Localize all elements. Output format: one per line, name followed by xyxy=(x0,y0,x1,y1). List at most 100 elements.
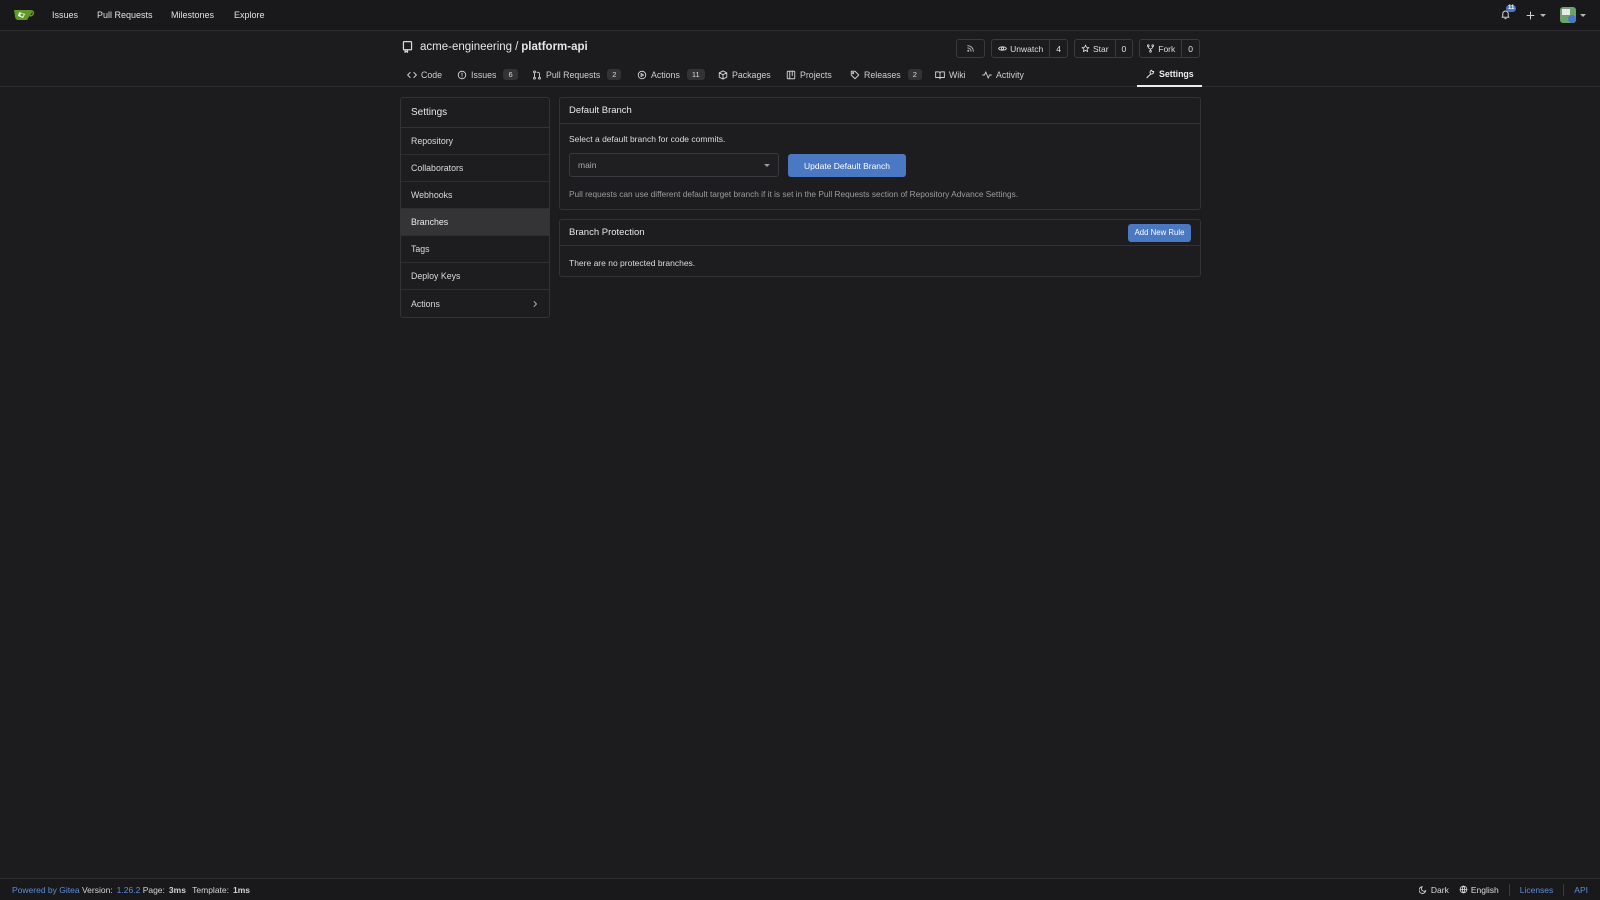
repo-header: acme-engineering / platform-api xyxy=(401,40,588,53)
create-menu-button[interactable] xyxy=(1525,10,1546,21)
avatar xyxy=(1560,7,1576,23)
pull-request-icon xyxy=(532,69,542,80)
sidebar-item-webhooks[interactable]: Webhooks xyxy=(401,182,549,209)
tab-code[interactable]: Code xyxy=(407,62,442,87)
tab-label: Packages xyxy=(732,69,771,80)
theme-toggle[interactable]: Dark xyxy=(1418,884,1449,895)
nav-milestones[interactable]: Milestones xyxy=(171,10,214,20)
api-link[interactable]: API xyxy=(1574,885,1588,895)
settings-sidebar: Settings Repository Collaborators Webhoo… xyxy=(400,97,550,318)
book-icon xyxy=(935,70,945,80)
panel-header: Default Branch xyxy=(560,98,1200,124)
tab-projects[interactable]: Projects xyxy=(786,62,832,87)
repo-owner-link[interactable]: acme-engineering xyxy=(420,41,512,53)
add-new-rule-button[interactable]: Add New Rule xyxy=(1128,223,1191,242)
star-group: Star 0 xyxy=(1073,39,1134,58)
repo-name-link[interactable]: platform-api xyxy=(521,41,587,53)
nav-explore[interactable]: Explore xyxy=(234,10,265,20)
panel-header: Branch Protection Add New Rule xyxy=(560,220,1200,246)
licenses-link[interactable]: Licenses xyxy=(1520,885,1554,895)
sidebar-item-collaborators[interactable]: Collaborators xyxy=(401,155,549,182)
chevron-down-icon xyxy=(764,163,770,167)
sidebar-item-label: Collaborators xyxy=(411,163,464,173)
star-label: Star xyxy=(1092,43,1109,54)
version-label: Version: xyxy=(81,884,113,895)
powered-by-link[interactable]: Powered by Gitea xyxy=(12,885,80,895)
tab-label: Settings xyxy=(1159,68,1194,79)
tab-count-badge: 2 xyxy=(907,69,922,80)
template-label: Template: xyxy=(192,884,229,895)
tab-label: Code xyxy=(421,69,443,80)
unwatch-button[interactable]: Unwatch xyxy=(992,40,1049,57)
template-time: 1ms xyxy=(233,884,251,895)
play-icon xyxy=(637,70,647,80)
repo-tabs: Code Issues 6 Pull Requests 2 Actions 11… xyxy=(0,62,1600,87)
default-branch-select[interactable]: main xyxy=(569,153,779,177)
pulse-icon xyxy=(982,70,992,80)
fork-button[interactable]: Fork xyxy=(1140,40,1181,57)
notification-count-badge: 11 xyxy=(1506,4,1517,12)
fork-label: Fork xyxy=(1158,43,1176,54)
language-selector[interactable]: English xyxy=(1459,885,1499,895)
tab-issues[interactable]: Issues 6 xyxy=(457,62,518,87)
top-navbar: Issues Pull Requests Milestones Explore … xyxy=(0,0,1600,31)
version-link[interactable]: 1.26.2 xyxy=(117,885,141,895)
sidebar-item-label: Webhooks xyxy=(411,190,453,200)
forks-count[interactable]: 0 xyxy=(1181,40,1199,57)
tab-actions[interactable]: Actions 11 xyxy=(637,62,705,87)
chevron-right-icon xyxy=(531,300,539,308)
tab-count-badge: 2 xyxy=(607,69,622,80)
sidebar-item-actions[interactable]: Actions xyxy=(401,290,549,317)
tab-count-badge: 6 xyxy=(503,69,518,80)
tab-label: Pull Requests xyxy=(546,69,601,80)
selected-branch-value: main xyxy=(578,160,597,170)
globe-icon xyxy=(1459,885,1468,894)
plus-icon xyxy=(1525,10,1536,21)
package-icon xyxy=(718,69,728,80)
tag-icon xyxy=(850,70,860,80)
default-branch-title: Default Branch xyxy=(569,105,632,116)
tab-wiki[interactable]: Wiki xyxy=(935,62,966,87)
theme-label: Dark xyxy=(1430,884,1449,895)
tab-packages[interactable]: Packages xyxy=(718,62,771,87)
repo-actions: Unwatch 4 Star 0 Fork 0 xyxy=(956,39,1200,58)
unwatch-label: Unwatch xyxy=(1010,43,1044,54)
repo-title: acme-engineering / platform-api xyxy=(420,40,588,53)
tab-activity[interactable]: Activity xyxy=(982,62,1024,87)
user-menu-button[interactable] xyxy=(1560,7,1586,23)
rss-icon xyxy=(966,44,975,53)
tab-settings[interactable]: Settings xyxy=(1137,62,1202,87)
watchers-count[interactable]: 4 xyxy=(1049,40,1067,57)
nav-issues[interactable]: Issues xyxy=(52,10,78,20)
notifications-button[interactable]: 11 xyxy=(1500,4,1517,22)
nav-pull-requests[interactable]: Pull Requests xyxy=(97,10,153,20)
stars-count[interactable]: 0 xyxy=(1114,40,1133,57)
sidebar-item-label: Deploy Keys xyxy=(411,271,461,281)
tab-label: Releases xyxy=(864,69,901,80)
tab-pull-requests[interactable]: Pull Requests 2 xyxy=(532,62,622,87)
project-icon xyxy=(786,70,796,80)
divider xyxy=(1563,883,1565,896)
topnav-right: 11 xyxy=(1500,4,1586,23)
page-label: Page: xyxy=(142,884,165,895)
sidebar-item-repository[interactable]: Repository xyxy=(401,128,549,155)
language-label: English xyxy=(1470,884,1499,895)
sidebar-item-deploy-keys[interactable]: Deploy Keys xyxy=(401,263,549,290)
tab-releases[interactable]: Releases 2 xyxy=(850,62,922,87)
gitea-logo-icon[interactable] xyxy=(13,7,35,23)
tab-label: Wiki xyxy=(949,69,966,80)
eye-icon xyxy=(998,44,1007,53)
star-button[interactable]: Star xyxy=(1075,40,1115,57)
rss-feed-button[interactable] xyxy=(956,39,986,58)
fork-group: Fork 0 xyxy=(1139,39,1200,58)
sidebar-item-tags[interactable]: Tags xyxy=(401,236,549,263)
tab-label: Actions xyxy=(651,69,680,80)
code-icon xyxy=(407,70,417,80)
sidebar-item-branches[interactable]: Branches xyxy=(401,209,549,236)
update-default-branch-button[interactable]: Update Default Branch xyxy=(788,154,906,177)
chevron-down-icon xyxy=(1540,13,1546,17)
watch-group: Unwatch 4 xyxy=(991,39,1068,58)
sidebar-item-label: Tags xyxy=(411,244,430,254)
tab-count-badge: 11 xyxy=(686,69,705,80)
default-branch-note: Pull requests can use different default … xyxy=(569,189,1019,199)
